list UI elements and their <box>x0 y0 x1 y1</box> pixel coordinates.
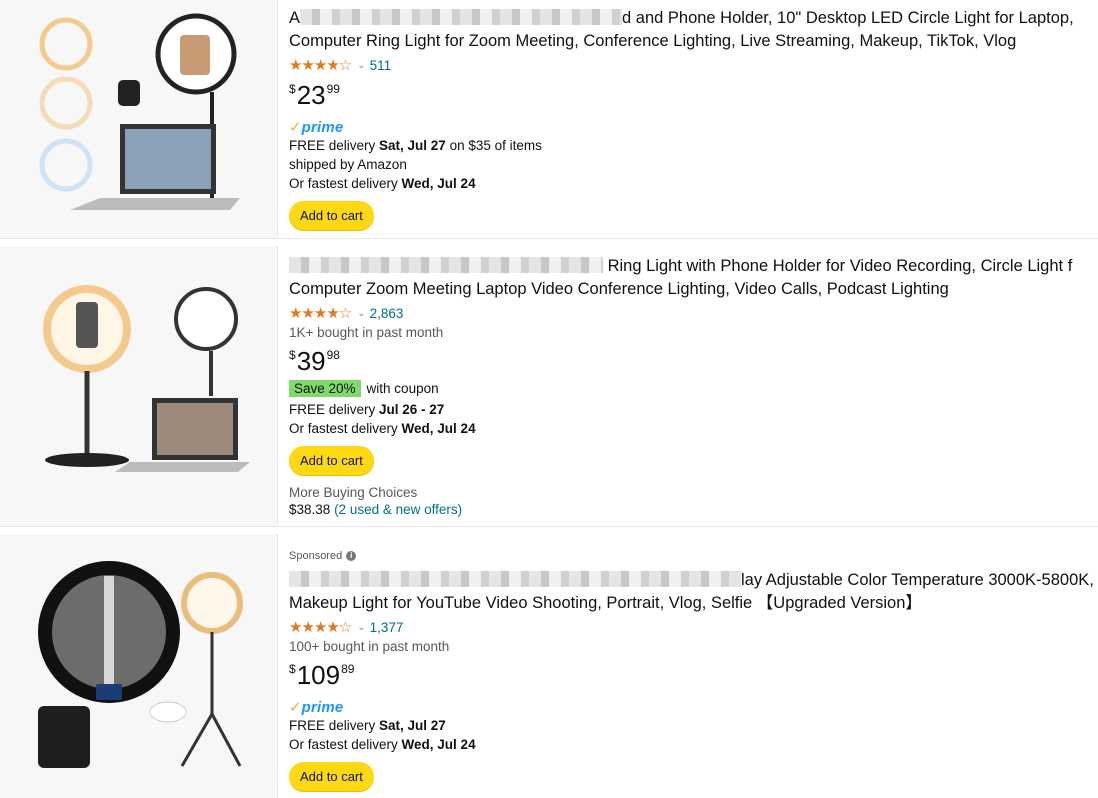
product-card: Sponsored i lay Adjustable Color Tempera… <box>0 534 1098 798</box>
delivery-info: FREE delivery Sat, Jul 27 <box>289 716 1098 735</box>
rating-row: ★★★★☆ ⌄ 511 <box>289 56 1098 74</box>
title-text: Computer Ring Light for Zoom Meeting, Co… <box>289 32 1017 50</box>
price[interactable]: $ 39 98 <box>289 344 1098 378</box>
delivery-info: FREE delivery Sat, Jul 27 on $35 of item… <box>289 136 1098 155</box>
blurred-text <box>289 571 741 587</box>
offer-price: $38.38 <box>289 502 331 517</box>
coupon-text: with coupon <box>366 381 439 396</box>
delivery-prefix: FREE delivery <box>289 138 380 153</box>
fastest-date: Wed, Jul 24 <box>401 421 476 436</box>
fastest-date: Wed, Jul 24 <box>401 176 476 191</box>
fastest-prefix: Or fastest delivery <box>289 737 402 752</box>
delivery-date: Jul 26 - 27 <box>379 402 445 417</box>
prime-label: prime <box>301 698 344 716</box>
delivery-info: FREE delivery Jul 26 - 27 <box>289 400 1098 419</box>
blurred-text <box>300 9 623 25</box>
delivery-date: Sat, Jul 27 <box>379 138 446 153</box>
fastest-prefix: Or fastest delivery <box>289 176 402 191</box>
title-text: Makeup Light for YouTube Video Shooting,… <box>289 594 922 612</box>
fastest-delivery: Or fastest delivery Wed, Jul 24 <box>289 419 1098 438</box>
ring-light-kit-image <box>38 561 243 768</box>
ring-light-laptop-image <box>39 13 240 210</box>
add-to-cart-button[interactable]: Add to cart <box>289 201 374 230</box>
review-count-link[interactable]: 511 <box>370 58 392 73</box>
delivery-prefix: FREE delivery <box>289 718 380 733</box>
prime-label: prime <box>301 118 344 136</box>
fastest-date: Wed, Jul 24 <box>401 737 476 752</box>
ring-light-stand-image <box>43 285 250 472</box>
review-count-link[interactable]: 2,863 <box>370 306 404 321</box>
coupon-row: Save 20% with coupon <box>289 380 1098 397</box>
prime-check-icon: ✓ <box>289 699 302 716</box>
offer-row: $38.38 (2 used & new offers) <box>289 502 1098 517</box>
title-text: Computer Zoom Meeting Laptop Video Confe… <box>289 280 949 298</box>
rating-row: ★★★★☆ ⌄ 1,377 <box>289 618 1098 636</box>
price[interactable]: $ 109 89 <box>289 658 1098 692</box>
coupon-badge: Save 20% <box>289 380 361 397</box>
prime-check-icon: ✓ <box>289 119 302 136</box>
review-count-link[interactable]: 1,377 <box>370 620 404 635</box>
title-text: lay Adjustable Color Temperature 3000K-5… <box>741 571 1094 589</box>
add-to-cart-button[interactable]: Add to cart <box>289 446 374 475</box>
product-image[interactable] <box>0 246 278 526</box>
blurred-text <box>289 257 603 273</box>
sponsored-text: Sponsored <box>289 550 343 562</box>
fastest-prefix: Or fastest delivery <box>289 421 402 436</box>
product-card: Ring Light with Phone Holder for Video R… <box>0 246 1098 527</box>
chevron-down-icon[interactable]: ⌄ <box>357 60 365 71</box>
bought-count: 100+ bought in past month <box>289 639 450 654</box>
more-buying-choices: More Buying Choices <box>289 485 418 500</box>
product-title[interactable]: lay Adjustable Color Temperature 3000K-5… <box>289 569 1098 615</box>
fastest-delivery: Or fastest delivery Wed, Jul 24 <box>289 735 1098 754</box>
rating-stars[interactable]: ★★★★☆ <box>289 618 352 636</box>
price-whole: 109 <box>296 660 341 690</box>
product-title[interactable]: Ring Light with Phone Holder for Video R… <box>289 255 1098 301</box>
fastest-delivery: Or fastest delivery Wed, Jul 24 <box>289 174 1098 193</box>
bought-count: 1K+ bought in past month <box>289 325 444 340</box>
title-text: Ring Light with Phone Holder for Video R… <box>607 257 1073 275</box>
product-image[interactable] <box>0 0 278 238</box>
title-text: A <box>289 9 301 27</box>
product-image[interactable] <box>0 534 278 798</box>
title-text: d and Phone Holder, 10" Desktop LED Circ… <box>622 9 1074 27</box>
rating-row: ★★★★☆ ⌄ 2,863 <box>289 304 1098 322</box>
delivery-suffix: on $35 of items <box>445 138 542 153</box>
add-to-cart-button[interactable]: Add to cart <box>289 762 374 791</box>
price-symbol: $ <box>289 662 296 676</box>
shipped-by: shipped by Amazon <box>289 157 407 172</box>
price-symbol: $ <box>289 82 296 96</box>
price-fraction: 89 <box>341 662 355 676</box>
product-title[interactable]: Ad and Phone Holder, 10" Desktop LED Cir… <box>289 7 1098 53</box>
price-whole: 39 <box>296 346 326 376</box>
price-symbol: $ <box>289 348 296 362</box>
rating-stars[interactable]: ★★★★☆ <box>289 56 352 74</box>
product-card: Ad and Phone Holder, 10" Desktop LED Cir… <box>0 0 1098 239</box>
delivery-date: Sat, Jul 27 <box>379 718 446 733</box>
sponsored-label[interactable]: Sponsored i <box>289 549 1098 563</box>
price-fraction: 98 <box>326 348 340 362</box>
price-whole: 23 <box>296 80 326 110</box>
delivery-prefix: FREE delivery <box>289 402 380 417</box>
prime-badge: ✓ prime <box>289 118 1098 137</box>
price-fraction: 99 <box>326 82 340 96</box>
price[interactable]: $ 23 99 <box>289 78 1098 112</box>
offers-link[interactable]: (2 used & new offers) <box>334 502 462 517</box>
prime-badge: ✓ prime <box>289 698 1098 717</box>
chevron-down-icon[interactable]: ⌄ <box>357 308 365 319</box>
rating-stars[interactable]: ★★★★☆ <box>289 304 352 322</box>
chevron-down-icon[interactable]: ⌄ <box>357 622 365 633</box>
info-icon[interactable]: i <box>346 551 357 561</box>
